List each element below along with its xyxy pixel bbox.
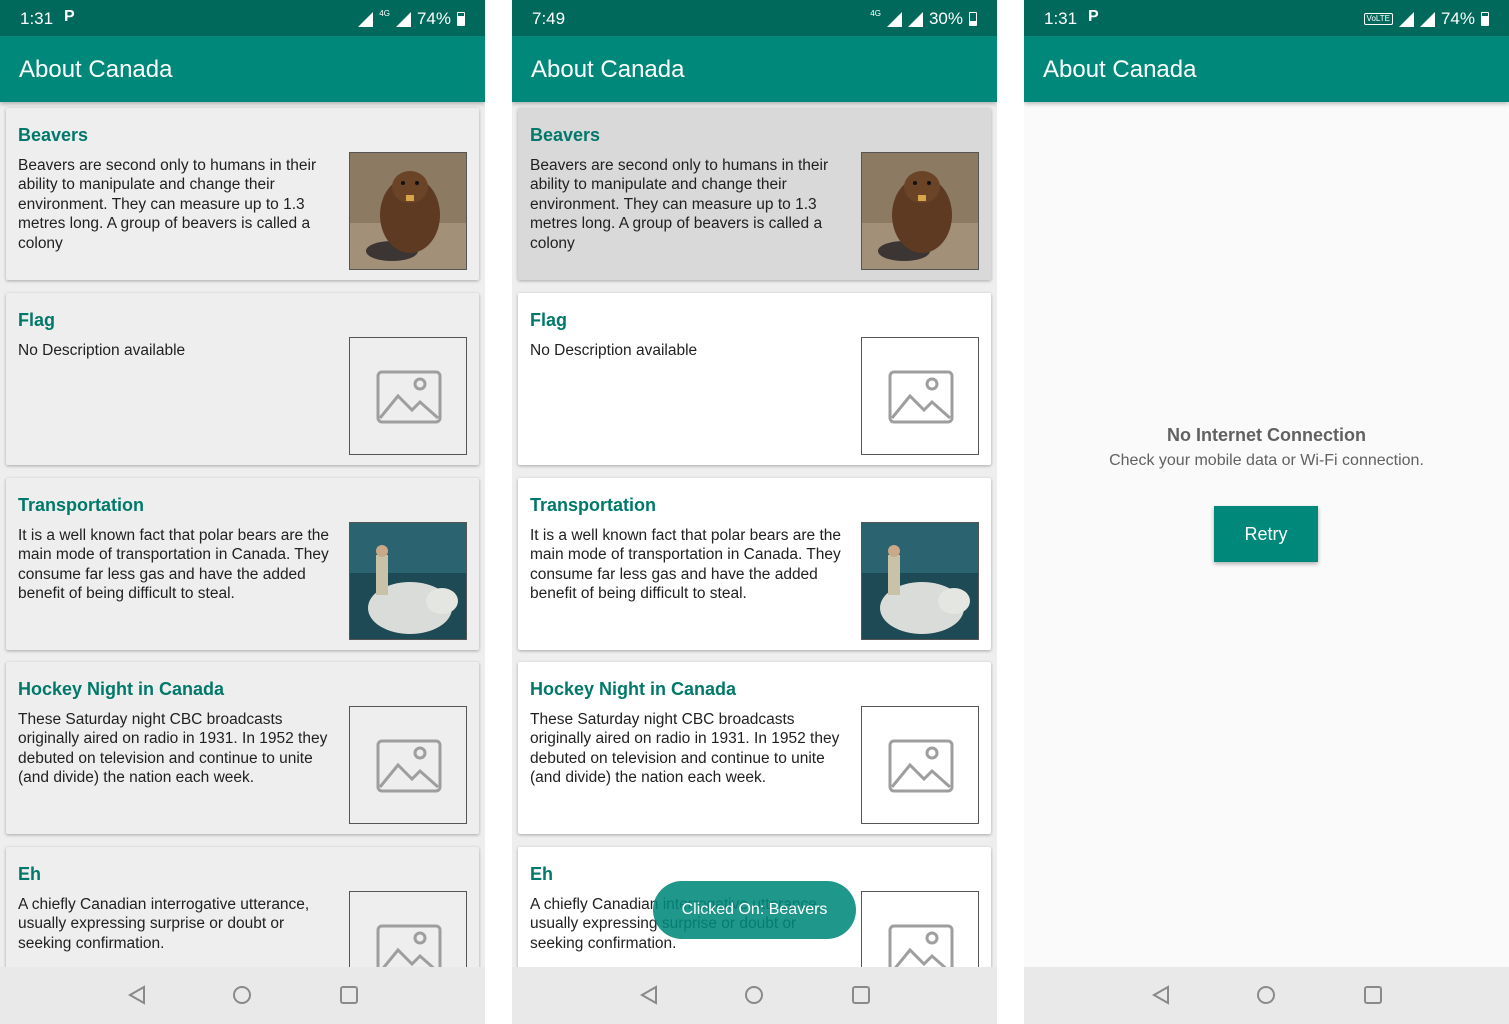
image-placeholder-icon bbox=[349, 337, 467, 455]
card-transportation[interactable]: Transportation It is a well known fact t… bbox=[518, 478, 991, 650]
phone-list-clicked-screen: 7:49 4G 30% About Canada Beavers Beavers… bbox=[512, 0, 997, 1024]
retry-button[interactable]: Retry bbox=[1214, 506, 1318, 562]
card-beavers-selected[interactable]: Beavers Beavers are second only to human… bbox=[518, 108, 991, 280]
card-description: No Description available bbox=[530, 342, 698, 359]
card-description: Beavers are second only to humans in the… bbox=[530, 157, 829, 252]
card-title: Transportation bbox=[530, 495, 657, 515]
home-icon[interactable] bbox=[232, 985, 252, 1005]
battery-percent: 74% bbox=[416, 9, 451, 28]
card-description: A chiefly Canadian interrogative utteran… bbox=[18, 896, 310, 952]
signal-icon bbox=[358, 11, 374, 27]
card-description: It is a well known fact that polar bears… bbox=[18, 527, 330, 603]
image-placeholder-icon bbox=[349, 706, 467, 824]
battery-percent: 30% bbox=[928, 9, 963, 28]
card-title: Beavers bbox=[530, 125, 601, 145]
battery-icon bbox=[1481, 12, 1489, 26]
card-description: These Saturday night CBC broadcasts orig… bbox=[18, 711, 328, 787]
card-hockey-night[interactable]: Hockey Night in Canada These Saturday ni… bbox=[518, 662, 991, 834]
battery-icon bbox=[969, 12, 977, 26]
navigation-bar bbox=[1024, 967, 1509, 1024]
card-title: Hockey Night in Canada bbox=[18, 679, 225, 699]
card-title: Eh bbox=[18, 864, 42, 884]
phone-no-connection-screen: 1:31 P VoLTE 74% About Canada No Interne… bbox=[1024, 0, 1509, 1024]
card-flag[interactable]: Flag No Description available bbox=[6, 293, 479, 465]
signal-icon bbox=[907, 11, 923, 27]
card-eh[interactable]: Eh A chiefly Canadian interrogative utte… bbox=[6, 847, 479, 967]
card-title: Flag bbox=[18, 310, 56, 330]
beaver-photo bbox=[861, 152, 979, 270]
card-hockey-night[interactable]: Hockey Night in Canada These Saturday ni… bbox=[6, 662, 479, 834]
error-subtitle: Check your mobile data or Wi-Fi connecti… bbox=[1109, 452, 1424, 469]
app-bar: About Canada bbox=[512, 36, 997, 102]
back-icon[interactable] bbox=[127, 985, 147, 1005]
signal-icon bbox=[1398, 11, 1414, 27]
toast-message: Clicked On: Beavers bbox=[653, 881, 856, 939]
signal-icon bbox=[1419, 11, 1435, 27]
network-type: 4G bbox=[379, 8, 390, 18]
polar-bear-rider-photo bbox=[349, 522, 467, 640]
volte-badge: VoLTE bbox=[1363, 13, 1393, 25]
card-title: Transportation bbox=[18, 495, 145, 515]
card-list[interactable]: Beavers Beavers are second only to human… bbox=[0, 102, 485, 967]
app-bar: About Canada bbox=[0, 36, 485, 102]
image-placeholder-icon bbox=[861, 337, 979, 455]
status-time: 1:31 bbox=[20, 9, 54, 28]
status-time: 1:31 bbox=[1044, 9, 1078, 28]
status-bar: 1:31 P 4G 74% bbox=[0, 0, 485, 36]
card-description: These Saturday night CBC broadcasts orig… bbox=[530, 711, 840, 787]
home-icon[interactable] bbox=[1256, 985, 1276, 1005]
error-title: No Internet Connection bbox=[1167, 425, 1366, 445]
image-placeholder-icon bbox=[349, 891, 467, 967]
card-title: Flag bbox=[530, 310, 568, 330]
status-time: 7:49 bbox=[532, 9, 566, 28]
recents-icon[interactable] bbox=[1363, 985, 1383, 1005]
signal-icon bbox=[395, 11, 411, 27]
notification-p-icon: P bbox=[1088, 8, 1099, 25]
screenshot-stage: 1:31 P 4G 74% About Canada Beavers Beave… bbox=[0, 0, 1509, 1024]
card-title: Eh bbox=[530, 864, 554, 884]
back-icon[interactable] bbox=[639, 985, 659, 1005]
network-type: 4G bbox=[870, 8, 881, 18]
error-state: No Internet Connection Check your mobile… bbox=[1024, 102, 1509, 967]
app-title: About Canada bbox=[531, 56, 685, 83]
back-icon[interactable] bbox=[1151, 985, 1171, 1005]
card-list[interactable]: Beavers Beavers are second only to human… bbox=[512, 102, 997, 967]
status-bar: 7:49 4G 30% bbox=[512, 0, 997, 36]
card-description: It is a well known fact that polar bears… bbox=[530, 527, 842, 603]
home-icon[interactable] bbox=[744, 985, 764, 1005]
image-placeholder-icon bbox=[861, 891, 979, 967]
app-bar: About Canada bbox=[1024, 36, 1509, 102]
app-title: About Canada bbox=[19, 56, 173, 83]
app-title: About Canada bbox=[1043, 56, 1197, 83]
phone-list-screen: 1:31 P 4G 74% About Canada Beavers Beave… bbox=[0, 0, 485, 1024]
card-transportation[interactable]: Transportation It is a well known fact t… bbox=[6, 478, 479, 650]
card-title: Beavers bbox=[18, 125, 89, 145]
recents-icon[interactable] bbox=[851, 985, 871, 1005]
navigation-bar bbox=[0, 967, 485, 1024]
card-beavers[interactable]: Beavers Beavers are second only to human… bbox=[6, 108, 479, 280]
notification-p-icon: P bbox=[64, 8, 75, 25]
polar-bear-rider-photo bbox=[861, 522, 979, 640]
signal-icon bbox=[886, 11, 902, 27]
image-placeholder-icon bbox=[861, 706, 979, 824]
card-flag[interactable]: Flag No Description available bbox=[518, 293, 991, 465]
recents-icon[interactable] bbox=[339, 985, 359, 1005]
navigation-bar bbox=[512, 967, 997, 1024]
beaver-photo bbox=[349, 152, 467, 270]
card-description: No Description available bbox=[18, 342, 186, 359]
status-bar: 1:31 P VoLTE 74% bbox=[1024, 0, 1509, 36]
battery-percent: 74% bbox=[1440, 9, 1475, 28]
card-title: Hockey Night in Canada bbox=[530, 679, 737, 699]
card-description: Beavers are second only to humans in the… bbox=[18, 157, 317, 252]
battery-icon bbox=[457, 12, 465, 26]
